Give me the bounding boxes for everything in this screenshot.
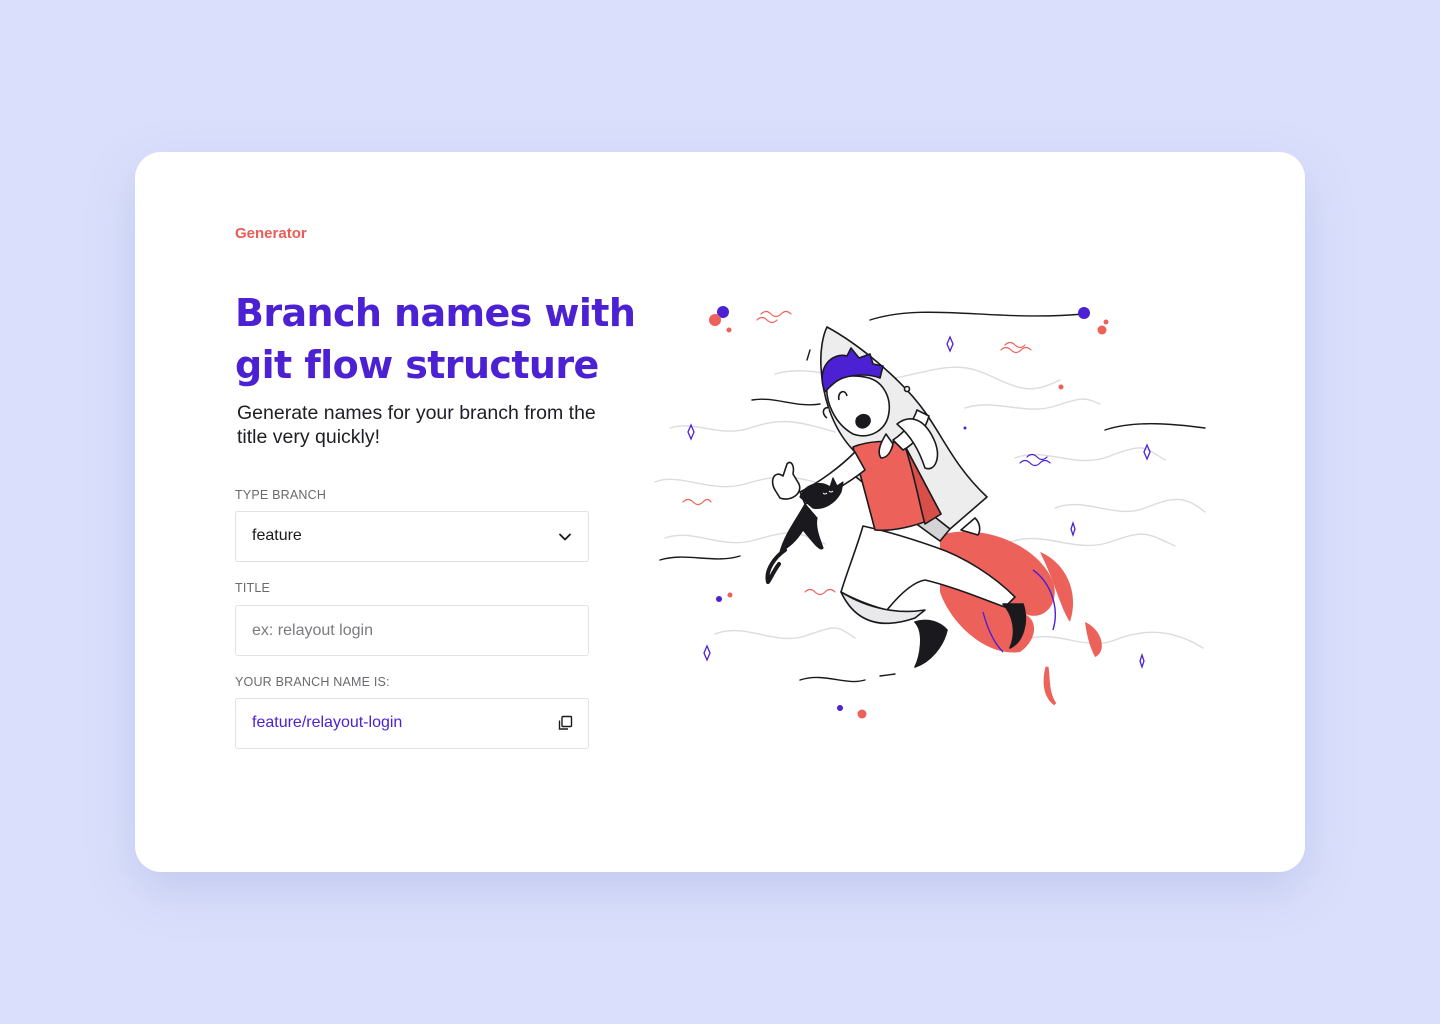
chevron-down-icon <box>559 533 571 541</box>
branch-name-label: YOUR BRANCH NAME IS: <box>235 675 390 689</box>
branch-name-output: feature/relayout-login <box>235 698 589 749</box>
title-label: TITLE <box>235 581 271 595</box>
type-branch-selected-value: feature <box>252 527 302 544</box>
title-field <box>235 605 589 656</box>
rocket-illustration <box>654 306 1206 719</box>
generator-card: Generator Branch names with git flow str… <box>135 152 1305 872</box>
type-branch-label: TYPE BRANCH <box>235 488 327 502</box>
copy-icon[interactable] <box>556 714 574 732</box>
eyebrow-label: Generator <box>235 225 307 242</box>
branch-name-value[interactable]: feature/relayout-login <box>252 714 402 732</box>
page-title: Branch names with git flow structure <box>235 291 636 387</box>
page-subtitle: Generate names for your branch from the … <box>237 402 596 448</box>
title-input[interactable] <box>236 606 588 655</box>
type-branch-select[interactable]: feature <box>235 511 589 562</box>
